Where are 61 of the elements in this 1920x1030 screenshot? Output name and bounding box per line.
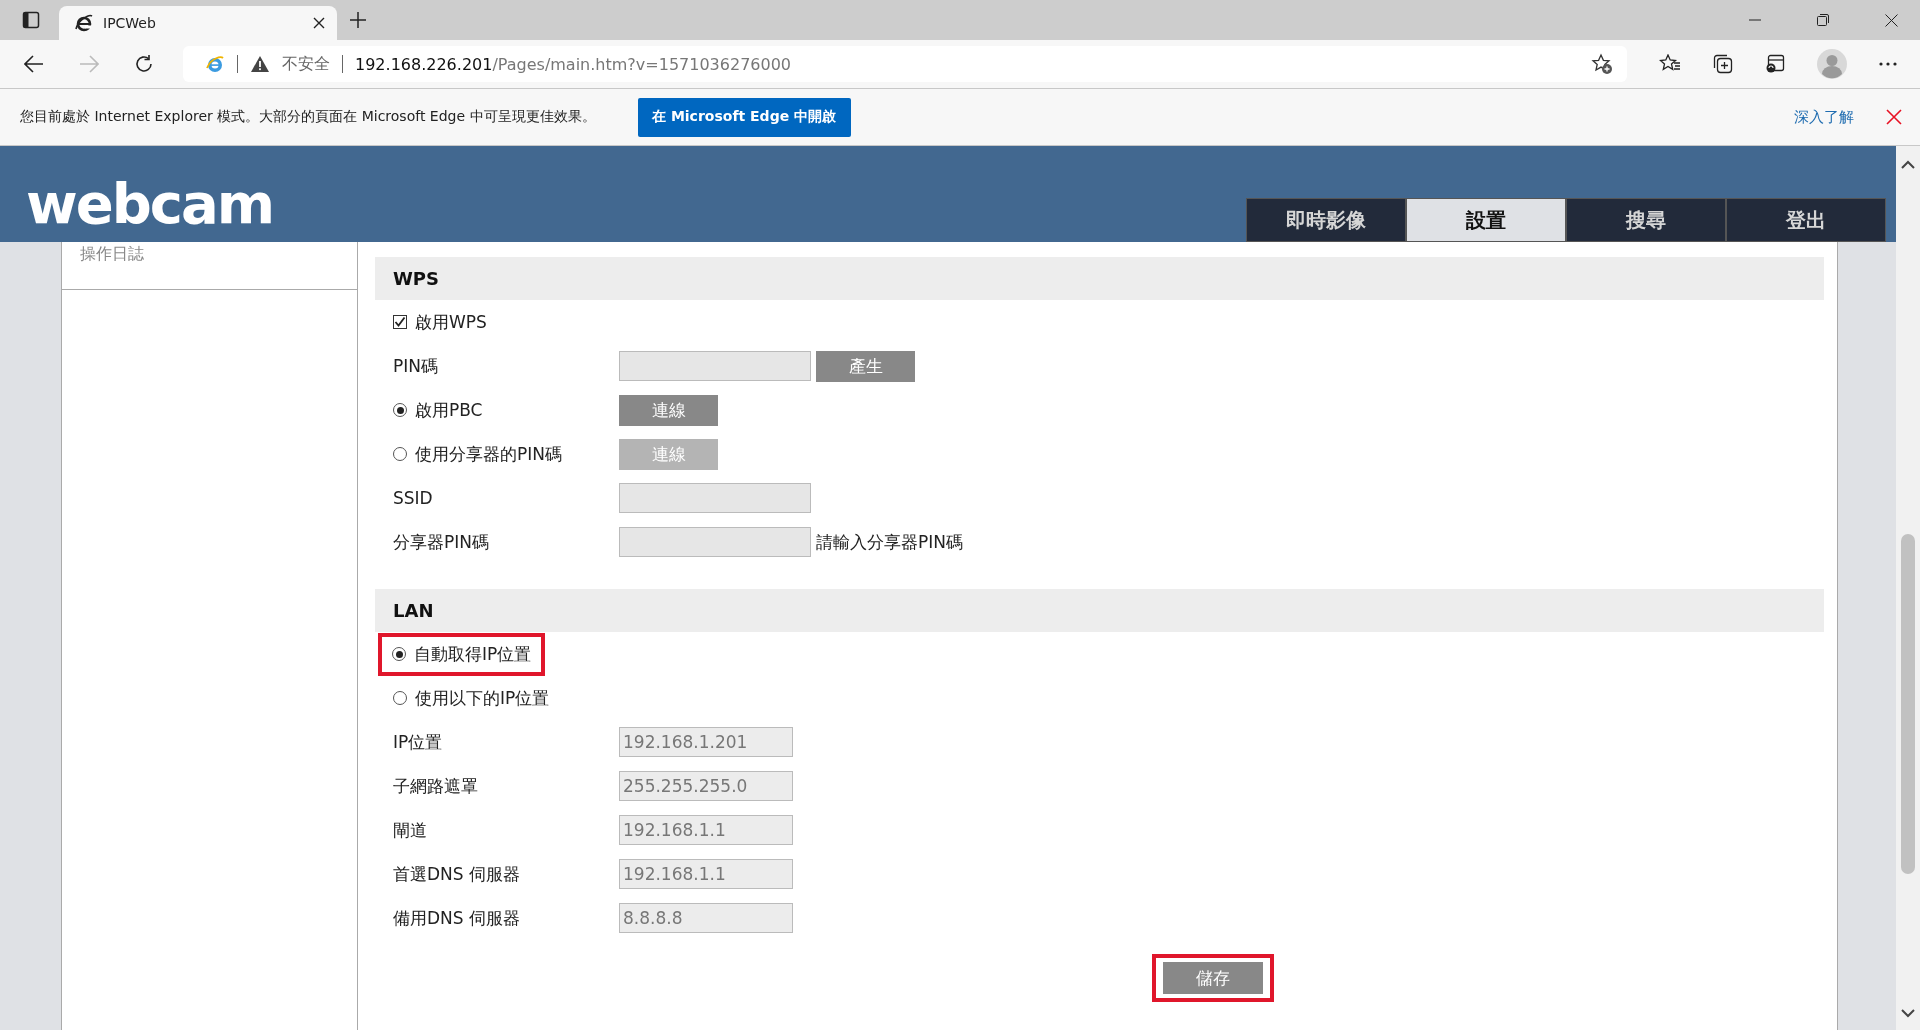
back-icon[interactable] (24, 55, 44, 73)
logo: webcam (26, 176, 274, 232)
radio-button[interactable] (393, 691, 407, 705)
field-label: PIN碼 (393, 354, 439, 378)
ie-mode-message: 您目前處於 Internet Explorer 模式。大部分的頁面在 Microsoft Edge 中可呈現更佳效果。 (20, 108, 596, 126)
section-header: LAN (375, 589, 1824, 632)
collections-icon[interactable] (1713, 54, 1733, 74)
nav-tab[interactable]: 設置 (1406, 198, 1566, 242)
refresh-icon[interactable] (134, 54, 154, 74)
radio-label: 使用以下的IP位置 (415, 686, 550, 710)
restore-icon[interactable] (1817, 14, 1829, 26)
ie-logo-icon (75, 14, 93, 32)
radio-label: 啟用PBC (415, 398, 483, 422)
field-label: SSID (393, 488, 434, 508)
field-hint: 請輸入分享器PIN碼 (816, 530, 963, 554)
scroll-up-icon[interactable] (1901, 160, 1915, 170)
browser-tab[interactable]: IPCWeb (59, 6, 337, 40)
checkbox[interactable] (393, 315, 407, 329)
scroll-down-icon[interactable] (1901, 1008, 1915, 1018)
favorites-icon[interactable] (1659, 54, 1681, 74)
radio-button[interactable] (393, 447, 407, 461)
input-field[interactable] (619, 527, 811, 557)
security-status: 不安全 (282, 53, 330, 75)
radio-label: 使用分享器的PIN碼 (415, 442, 562, 466)
field-label: 首選DNS 伺服器 (393, 862, 521, 886)
sidebar-toggle-icon[interactable] (22, 11, 40, 29)
sidebar-item[interactable]: 操作日誌 (62, 242, 357, 290)
nav-tab[interactable]: 即時影像 (1246, 198, 1406, 242)
radio-button[interactable] (393, 403, 407, 417)
input-field[interactable] (619, 483, 811, 513)
learn-more-link[interactable]: 深入了解 (1794, 107, 1854, 127)
url-text[interactable]: 192.168.226.201/Pages/main.htm?v=1571036276000 (355, 54, 792, 74)
input-field[interactable] (619, 351, 811, 381)
nav-tab[interactable]: 搜尋 (1566, 198, 1726, 242)
radio-button[interactable] (392, 647, 406, 661)
field-label: 子網路遮罩 (393, 774, 479, 798)
field-label: 閘道 (393, 818, 428, 842)
open-in-edge-button[interactable]: 在 Microsoft Edge 中開啟 (637, 97, 851, 137)
tab-title: IPCWeb (103, 15, 157, 31)
radio-label: 自動取得IP位置 (414, 642, 532, 666)
section-header: WPS (375, 257, 1824, 300)
action-button[interactable]: 連線 (619, 394, 718, 426)
profile-avatar-icon[interactable] (1817, 49, 1847, 79)
address-bar[interactable]: 不安全 192.168.226.201/Pages/main.htm?v=1571036276000 (183, 46, 1627, 82)
screen-share-icon[interactable] (1765, 54, 1785, 74)
nav-tab[interactable]: 登出 (1726, 198, 1886, 242)
field-label: IP位置 (393, 730, 444, 754)
add-favorite-icon[interactable] (1591, 53, 1613, 75)
warning-icon[interactable] (250, 55, 270, 73)
scrollbar[interactable] (1896, 146, 1920, 1030)
checkbox-label: 啟用WPS (415, 310, 487, 334)
more-icon[interactable] (1879, 62, 1897, 66)
field-label: 備用DNS 伺服器 (393, 906, 521, 930)
close-icon[interactable] (313, 17, 325, 29)
new-tab-icon[interactable] (349, 11, 367, 29)
field-label: 分享器PIN碼 (393, 530, 490, 554)
scrollbar-thumb[interactable] (1901, 534, 1915, 874)
save-button[interactable]: 儲存 (1163, 962, 1263, 994)
action-button[interactable]: 產生 (816, 350, 915, 382)
ie-mode-icon (205, 54, 225, 74)
close-window-icon[interactable] (1885, 13, 1898, 27)
